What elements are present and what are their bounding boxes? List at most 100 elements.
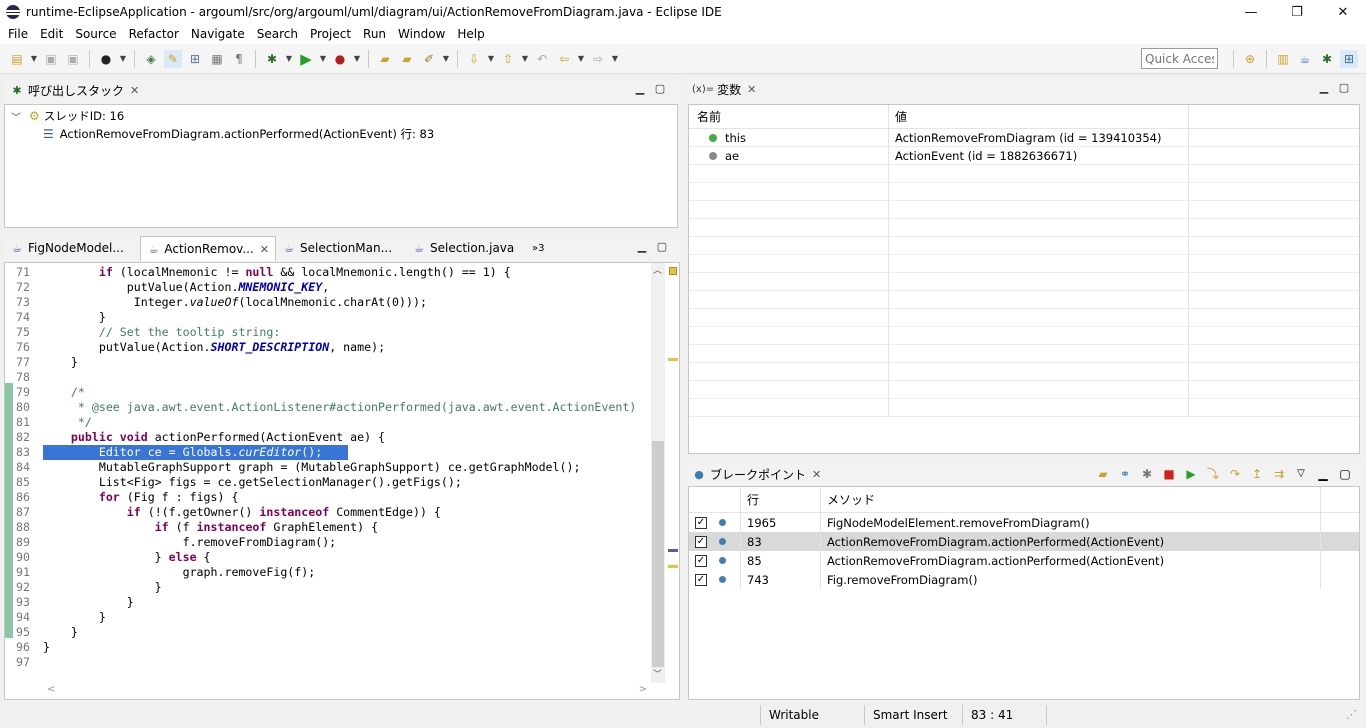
editor-vertical-scrollbar[interactable]: ︿ ﹀ [651,263,665,683]
external-tools-dropdown-icon[interactable]: ▼ [353,50,361,68]
save-icon[interactable]: ▣ [42,50,60,68]
variable-row[interactable]: this ActionRemoveFromDiagram (id = 13941… [689,129,1359,147]
new-dropdown-icon[interactable]: ▼ [30,50,38,68]
show-source-icon[interactable]: ▦ [208,50,226,68]
profile-icon[interactable]: ● [97,50,115,68]
code-line[interactable]: 74 } [5,310,651,325]
name-column-header[interactable]: 名前 [689,105,889,128]
code-line[interactable]: 95 } [5,625,651,640]
code-editor[interactable]: 71 if (localMnemonic != null && localMne… [4,262,680,700]
code-line[interactable]: 94 } [5,610,651,625]
open-folder-icon[interactable]: ▰ [1092,467,1114,481]
toggle-mark-icon[interactable]: ✎ [164,49,182,68]
code-line[interactable]: 75 // Set the tooltip string: [5,325,651,340]
debug-dropdown-icon[interactable]: ▼ [285,50,293,68]
breakpoints-tab[interactable]: ● ブレークポイント ✕ [686,462,827,486]
drop-to-frame-icon[interactable]: ⇉ [1268,467,1290,481]
menu-source[interactable]: Source [69,27,122,41]
back-icon[interactable]: ⇦ [555,50,573,68]
code-line[interactable]: 82 public void actionPerformed(ActionEve… [5,430,651,445]
step-over-icon[interactable]: ↷ [1224,467,1246,481]
menu-project[interactable]: Project [304,27,357,41]
block-selection-icon[interactable]: ⊞ [186,50,204,68]
maximize-view-icon[interactable]: ▢ [650,82,670,95]
line-column-header[interactable]: 行 [741,487,821,512]
menu-navigate[interactable]: Navigate [185,27,251,41]
chevron-down-icon[interactable]: ﹀ [11,109,25,124]
code-line[interactable]: 77 } [5,355,651,370]
code-lines[interactable]: 71 if (localMnemonic != null && localMne… [5,265,651,670]
new-icon[interactable]: ▤ [8,50,26,68]
breakpoint-checkbox[interactable]: ✓ [695,554,707,567]
scroll-left-icon[interactable]: < [47,684,55,695]
open-perspective-icon[interactable]: ⊕ [1241,50,1259,68]
occurrence-marker[interactable] [668,549,678,552]
call-stack-tab[interactable]: ✱ 呼び出しスタック ✕ [4,78,145,102]
open-task-icon[interactable]: ▰ [398,50,416,68]
skip-breakpoints-icon[interactable]: ◈ [142,50,160,68]
occurrence-marker[interactable] [668,358,678,361]
forward-icon[interactable]: ⇨ [589,50,607,68]
close-icon[interactable]: ✕ [812,468,821,481]
code-line[interactable]: 97 [5,655,651,670]
resume-icon[interactable]: ▶ [1180,467,1202,481]
resource-perspective-icon[interactable]: ▥ [1274,50,1292,68]
code-line[interactable]: 72 putValue(Action.MNEMONIC_KEY, [5,280,651,295]
code-line[interactable]: 71 if (localMnemonic != null && localMne… [5,265,651,280]
run-icon[interactable]: ▶ [297,50,315,68]
maximize-view-icon[interactable]: ▢ [1334,81,1354,94]
search-tool-icon[interactable]: ✐ [420,50,438,68]
maximize-button[interactable]: ❐ [1274,0,1320,24]
menu-file[interactable]: File [2,27,34,41]
breakpoint-checkbox[interactable]: ✓ [695,516,707,529]
code-line[interactable]: 87 if (!(f.getOwner() instanceof Comment… [5,505,651,520]
view-menu-icon[interactable]: ▽ [1290,468,1312,479]
code-line[interactable]: 93 } [5,595,651,610]
menu-search[interactable]: Search [251,27,304,41]
debug-icon[interactable]: ✱ [263,50,281,68]
code-line[interactable]: 78 [5,370,651,385]
close-icon[interactable]: ✕ [747,83,756,96]
menu-window[interactable]: Window [392,27,451,41]
tab-selectionmanager[interactable]: ☕ SelectionMan... [276,236,406,260]
code-line[interactable]: 80 * @see java.awt.event.ActionListener#… [5,400,651,415]
tab-selection[interactable]: ☕ Selection.java [406,236,526,260]
step-into-icon[interactable]: ⤵ [1202,465,1224,482]
tab-overflow[interactable]: »3 [526,236,550,260]
close-button[interactable]: ✕ [1320,0,1366,24]
layout-perspective-icon[interactable]: ⊞ [1340,50,1358,68]
breakpoint-row[interactable]: ✓ 743 Fig.removeFromDiagram() [689,570,1359,589]
breakpoint-checkbox[interactable]: ✓ [695,535,707,548]
close-icon[interactable]: ✕ [130,84,139,97]
save-all-icon[interactable]: ▣ [64,50,82,68]
search-dropdown-icon[interactable]: ▼ [442,50,450,68]
code-line[interactable]: 84 MutableGraphSupport graph = (MutableG… [5,460,651,475]
run-dropdown-icon[interactable]: ▼ [319,50,327,68]
step-return-icon[interactable]: ↥ [1246,467,1268,481]
variable-row[interactable]: ae ActionEvent (id = 1882636671) [689,147,1359,165]
previous-annotation-icon[interactable]: ⇧ [499,50,517,68]
scroll-right-icon[interactable]: > [639,684,647,695]
thread-row[interactable]: ﹀ ⚙ スレッドID: 16 [5,107,677,125]
forward-dropdown-icon[interactable]: ▼ [611,50,619,68]
next-annotation-icon[interactable]: ⇩ [465,50,483,68]
code-line[interactable]: 96} [5,640,651,655]
last-edit-icon[interactable]: ↶ [533,50,551,68]
minimize-view-icon[interactable]: ▁ [632,240,652,253]
minimize-view-icon[interactable]: ▁ [1314,81,1334,94]
debug-perspective-icon[interactable]: ✱ [1318,50,1336,68]
menu-help[interactable]: Help [451,27,490,41]
code-line[interactable]: 91 graph.removeFig(f); [5,565,651,580]
code-line[interactable]: 73 Integer.valueOf(localMnemonic.charAt(… [5,295,651,310]
profile-dropdown-icon[interactable]: ▼ [119,50,127,68]
bug-icon[interactable]: ✱ [1136,467,1158,481]
code-line[interactable]: 89 f.removeFromDiagram(); [5,535,651,550]
breakpoint-checkbox[interactable]: ✓ [695,573,707,586]
occurrence-marker[interactable] [668,565,678,568]
minimize-button[interactable]: — [1228,0,1274,24]
tab-actionremove[interactable]: ☕ ActionRemov... ✕ [140,236,276,261]
link-icon[interactable]: ⚭ [1114,467,1136,481]
warning-marker[interactable] [669,267,677,275]
tab-fignodemodel[interactable]: ☕ FigNodeModel... [4,236,140,260]
stop-icon[interactable]: ■ [1158,467,1180,481]
